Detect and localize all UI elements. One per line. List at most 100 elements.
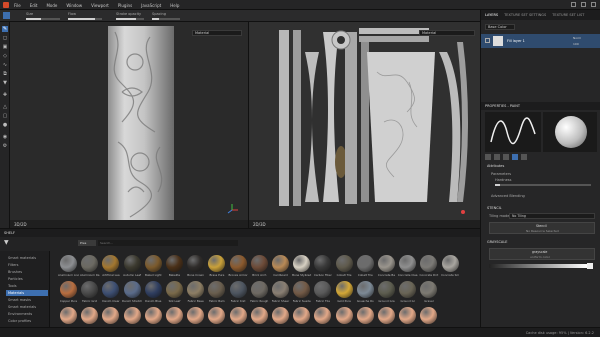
shelf-filter-chip[interactable]: Pres [78, 240, 96, 246]
flow-slider[interactable] [68, 18, 102, 20]
material-thumbnail[interactable] [81, 307, 99, 324]
shelf-category-item[interactable]: Color profiles [6, 318, 48, 324]
shelf-category-item[interactable]: Environments [6, 311, 48, 317]
minimize-icon[interactable] [571, 2, 576, 7]
shelf-category-item[interactable]: Smart materials [6, 304, 48, 310]
material-thumbnail[interactable] [378, 255, 395, 272]
grayscale-swatch[interactable] [587, 263, 593, 269]
tab-layers[interactable]: LAYERS [485, 13, 498, 17]
grayscale-resource-button[interactable]: grayscale uniform color [489, 248, 595, 260]
material-thumbnail[interactable] [272, 255, 289, 272]
material-thumbnail[interactable] [187, 255, 205, 272]
selection-icon[interactable]: ▢ [2, 113, 8, 119]
menu-javascript[interactable]: JavaScript [141, 3, 161, 8]
camera-icon[interactable]: ◉ [2, 134, 8, 140]
bake-icon[interactable]: ● [2, 122, 8, 128]
viewport-2d-material-dropdown[interactable]: Material [419, 30, 475, 36]
material-thumbnail[interactable] [250, 307, 268, 324]
shelf-category-item[interactable]: Smart masks [6, 297, 48, 303]
channel-tab-icon[interactable] [521, 154, 527, 160]
material-thumbnail[interactable] [187, 307, 205, 324]
material-thumbnail[interactable] [144, 281, 162, 298]
material-thumbnail[interactable] [272, 307, 289, 324]
material-thumbnail[interactable] [208, 281, 226, 298]
material-thumbnail[interactable] [335, 307, 353, 324]
shelf-category-item[interactable]: Tools [6, 283, 48, 289]
material-thumbnail[interactable] [208, 307, 226, 324]
menu-file[interactable]: File [14, 3, 21, 8]
material-thumbnail[interactable] [250, 255, 268, 272]
layer-row[interactable]: Fill layer 1 Norm 100 [481, 34, 600, 48]
material-thumbnail[interactable] [420, 281, 438, 298]
grayscale-slider[interactable] [489, 264, 587, 268]
close-icon[interactable] [591, 2, 596, 7]
material-thumbnail[interactable] [208, 255, 226, 272]
size-slider[interactable] [26, 18, 60, 20]
material-thumbnail[interactable] [166, 255, 183, 272]
fill-icon[interactable]: ▼ [2, 80, 8, 86]
layer-blend-mode[interactable]: Norm [573, 36, 581, 40]
material-thumbnail[interactable] [81, 255, 99, 272]
material-thumbnail[interactable] [441, 255, 459, 272]
tab-texture-set-settings[interactable]: TEXTURE SET SETTINGS [504, 13, 546, 17]
material-thumbnail[interactable] [102, 281, 120, 298]
material-thumbnail[interactable] [314, 281, 332, 298]
material-thumbnail[interactable] [81, 281, 99, 298]
material-thumbnail[interactable] [399, 307, 417, 324]
material-thumbnail[interactable] [123, 255, 141, 272]
shelf-category-item[interactable]: Filters [6, 262, 48, 268]
stencil-resource-button[interactable]: Stencil No Resource Selected [489, 222, 595, 234]
stencil-tab-icon[interactable] [503, 154, 509, 160]
settings-icon[interactable]: ⚙ [2, 143, 8, 149]
material-thumbnail[interactable] [229, 255, 247, 272]
material-thumbnail[interactable] [229, 281, 247, 298]
material-thumbnail[interactable] [60, 281, 77, 298]
material-thumbnail[interactable] [144, 307, 162, 324]
material-thumbnail[interactable] [229, 307, 247, 324]
material-thumbnail[interactable] [123, 307, 141, 324]
material-tab-icon[interactable] [512, 154, 518, 160]
hardness-slider[interactable] [495, 184, 591, 186]
geometry-mask-icon[interactable]: ◇ [2, 53, 8, 59]
shelf-category-item[interactable]: Smart materials [6, 255, 48, 261]
menu-help[interactable]: Help [170, 3, 179, 8]
filter-icon[interactable]: ▼ [4, 239, 14, 247]
layer-name[interactable]: Fill layer 1 [507, 39, 525, 43]
menu-plugins[interactable]: Plugins [118, 3, 132, 8]
menu-viewport[interactable]: Viewport [91, 3, 109, 8]
menu-window[interactable]: Window [66, 3, 82, 8]
maximize-icon[interactable] [581, 2, 586, 7]
material-thumbnail[interactable] [335, 255, 353, 272]
attributes-heading[interactable]: Attributes [487, 164, 504, 168]
menu-edit[interactable]: Edit [30, 3, 38, 8]
shelf-search-input[interactable]: Search... [98, 240, 238, 246]
material-thumbnail[interactable] [420, 307, 438, 324]
material-thumbnail[interactable] [272, 281, 289, 298]
alpha-tab-icon[interactable] [494, 154, 500, 160]
color-picker-icon[interactable]: ✚ [2, 92, 8, 98]
material-thumbnail[interactable] [293, 281, 311, 298]
visibility-icon[interactable] [485, 38, 490, 43]
material-thumbnail[interactable] [293, 307, 311, 324]
tab-texture-set-list[interactable]: TEXTURE SET LIST [552, 13, 584, 17]
shelf-category-item[interactable]: Particles [6, 276, 48, 282]
parameters-heading[interactable]: Parameters [491, 172, 511, 176]
material-thumbnail[interactable] [356, 255, 374, 272]
tiling-mode-dropdown[interactable]: No Tiling [509, 213, 595, 219]
material-thumbnail[interactable] [335, 281, 353, 298]
material-thumbnail[interactable] [166, 307, 183, 324]
layer-opacity[interactable]: 100 [573, 42, 579, 46]
material-thumbnail[interactable] [60, 307, 77, 324]
menu-mode[interactable]: Mode [46, 3, 57, 8]
smudge-icon[interactable]: ∿ [2, 62, 8, 68]
material-thumbnail[interactable] [250, 281, 268, 298]
material-thumbnail[interactable] [102, 255, 120, 272]
brush-preset-icon[interactable] [3, 12, 10, 19]
material-thumbnail[interactable] [378, 281, 395, 298]
material-thumbnail[interactable] [102, 307, 120, 324]
material-thumbnail[interactable] [314, 307, 332, 324]
material-thumbnail[interactable] [123, 281, 141, 298]
material-thumbnail[interactable] [420, 255, 438, 272]
paint-brush-icon[interactable]: ✎ [2, 26, 8, 32]
advanced-blending-heading[interactable]: Advanced Blending [491, 194, 525, 198]
